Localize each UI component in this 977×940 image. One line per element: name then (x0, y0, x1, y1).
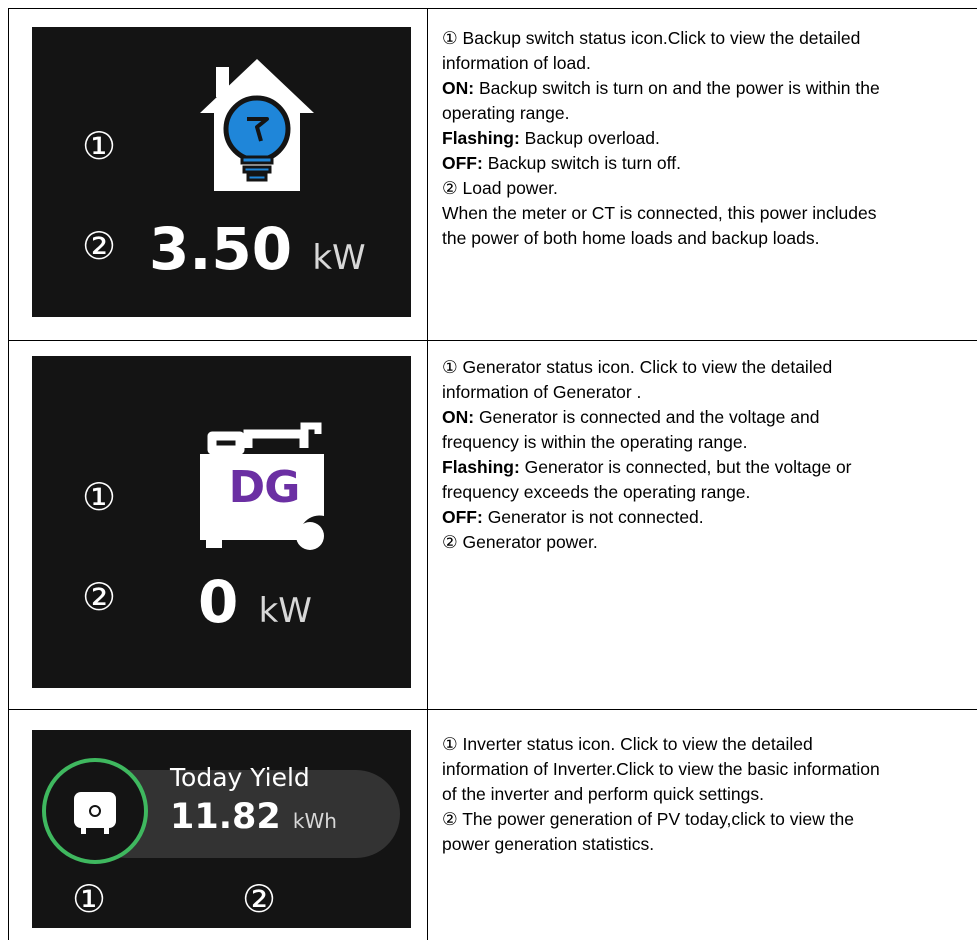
marker-2-text: ② (242, 877, 277, 921)
desc-line: of the inverter and perform quick settin… (442, 784, 764, 804)
marker-2-text: ② (82, 224, 117, 268)
today-yield-value: 11.82 kWh (170, 797, 337, 837)
desc-bold: OFF: (442, 153, 483, 173)
load-panel: ① ② 3.50 kW (32, 27, 411, 317)
generator-panel: ① ② DG 0 kW (32, 356, 411, 688)
table-border-row1 (8, 340, 977, 341)
desc-line: power generation statistics. (442, 834, 655, 854)
desc-line: ② The power generation of PV today,click… (442, 809, 854, 829)
desc-text: Backup switch is turn on and the power i… (474, 78, 880, 98)
desc-line: information of Inverter.Click to view th… (442, 759, 880, 779)
load-power-value: 3.50 kW (149, 215, 366, 283)
generator-power-number: 0 (198, 568, 239, 636)
desc-line: ON: Generator is connected and the volta… (442, 405, 852, 430)
desc-line: Flashing: Generator is connected, but th… (442, 455, 852, 480)
desc-line: information of load. (442, 53, 591, 73)
desc-line: OFF: Backup switch is turn off. (442, 151, 880, 176)
marker-2: ② (82, 578, 116, 616)
generator-description: ① Generator status icon. Click to view t… (442, 355, 852, 555)
desc-line: ② Load power. (442, 178, 558, 198)
generator-icon-label: DG (228, 462, 301, 513)
desc-line: ON: Backup switch is turn on and the pow… (442, 76, 880, 101)
load-power-number: 3.50 (149, 215, 293, 283)
desc-line: When the meter or CT is connected, this … (442, 203, 877, 223)
generator-power-value: 0 kW (198, 568, 312, 636)
desc-text: Generator is connected, but the voltage … (519, 457, 852, 477)
generator-power-unit: kW (258, 591, 312, 631)
marker-1: ① (82, 127, 116, 165)
desc-text: Backup overload. (519, 128, 660, 148)
marker-1-text: ① (82, 124, 117, 168)
desc-line: OFF: Generator is not connected. (442, 505, 852, 530)
desc-text: Generator is connected and the voltage a… (474, 407, 820, 427)
desc-line: frequency exceeds the operating range. (442, 482, 751, 502)
today-yield-label: Today Yield (170, 763, 310, 792)
desc-text: Generator is not connected. (482, 507, 704, 527)
marker-1: ① (72, 880, 106, 918)
desc-bold: ON: (442, 78, 475, 98)
desc-line: Flashing: Backup overload. (442, 126, 880, 151)
marker-2: ② (82, 227, 116, 265)
table-border-top (8, 8, 977, 9)
desc-line: information of Generator . (442, 382, 642, 402)
desc-line: frequency is within the operating range. (442, 432, 748, 452)
table-border-middle (427, 8, 428, 940)
desc-bold: Flashing: (442, 128, 520, 148)
marker-2: ② (242, 880, 276, 918)
desc-line: ① Backup switch status icon.Click to vie… (442, 28, 861, 48)
marker-1-text: ① (72, 877, 107, 921)
marker-2-text: ② (82, 575, 117, 619)
desc-line: ① Generator status icon. Click to view t… (442, 357, 833, 377)
desc-line: the power of both home loads and backup … (442, 228, 820, 248)
desc-line: ② Generator power. (442, 532, 598, 552)
desc-bold: OFF: (442, 507, 483, 527)
table-border-row2 (8, 709, 977, 710)
inverter-description: ① Inverter status icon. Click to view th… (442, 732, 880, 857)
desc-bold: Flashing: (442, 457, 520, 477)
desc-text: Backup switch is turn off. (482, 153, 681, 173)
marker-1: ① (82, 478, 116, 516)
table-border-left (8, 8, 9, 940)
today-yield-number: 11.82 (170, 797, 281, 837)
load-power-unit: kW (312, 238, 366, 278)
house-bulb-icon[interactable] (192, 53, 322, 193)
desc-line: operating range. (442, 103, 570, 123)
today-yield-unit: kWh (292, 809, 337, 833)
load-description: ① Backup switch status icon.Click to vie… (442, 26, 880, 251)
desc-bold: ON: (442, 407, 475, 427)
inverter-panel: Today Yield 11.82 kWh ① ② (32, 730, 411, 928)
marker-1-text: ① (82, 475, 117, 519)
inverter-icon (74, 792, 116, 834)
desc-line: ① Inverter status icon. Click to view th… (442, 734, 813, 754)
